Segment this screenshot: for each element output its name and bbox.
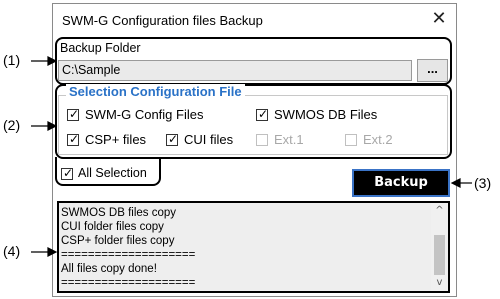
arrow-1-head-icon — [47, 56, 58, 66]
callout-arrows — [31, 56, 472, 257]
arrow-2-head-icon — [47, 121, 58, 131]
arrow-3-head-icon — [450, 178, 461, 188]
arrow-4-head-icon — [47, 247, 58, 257]
